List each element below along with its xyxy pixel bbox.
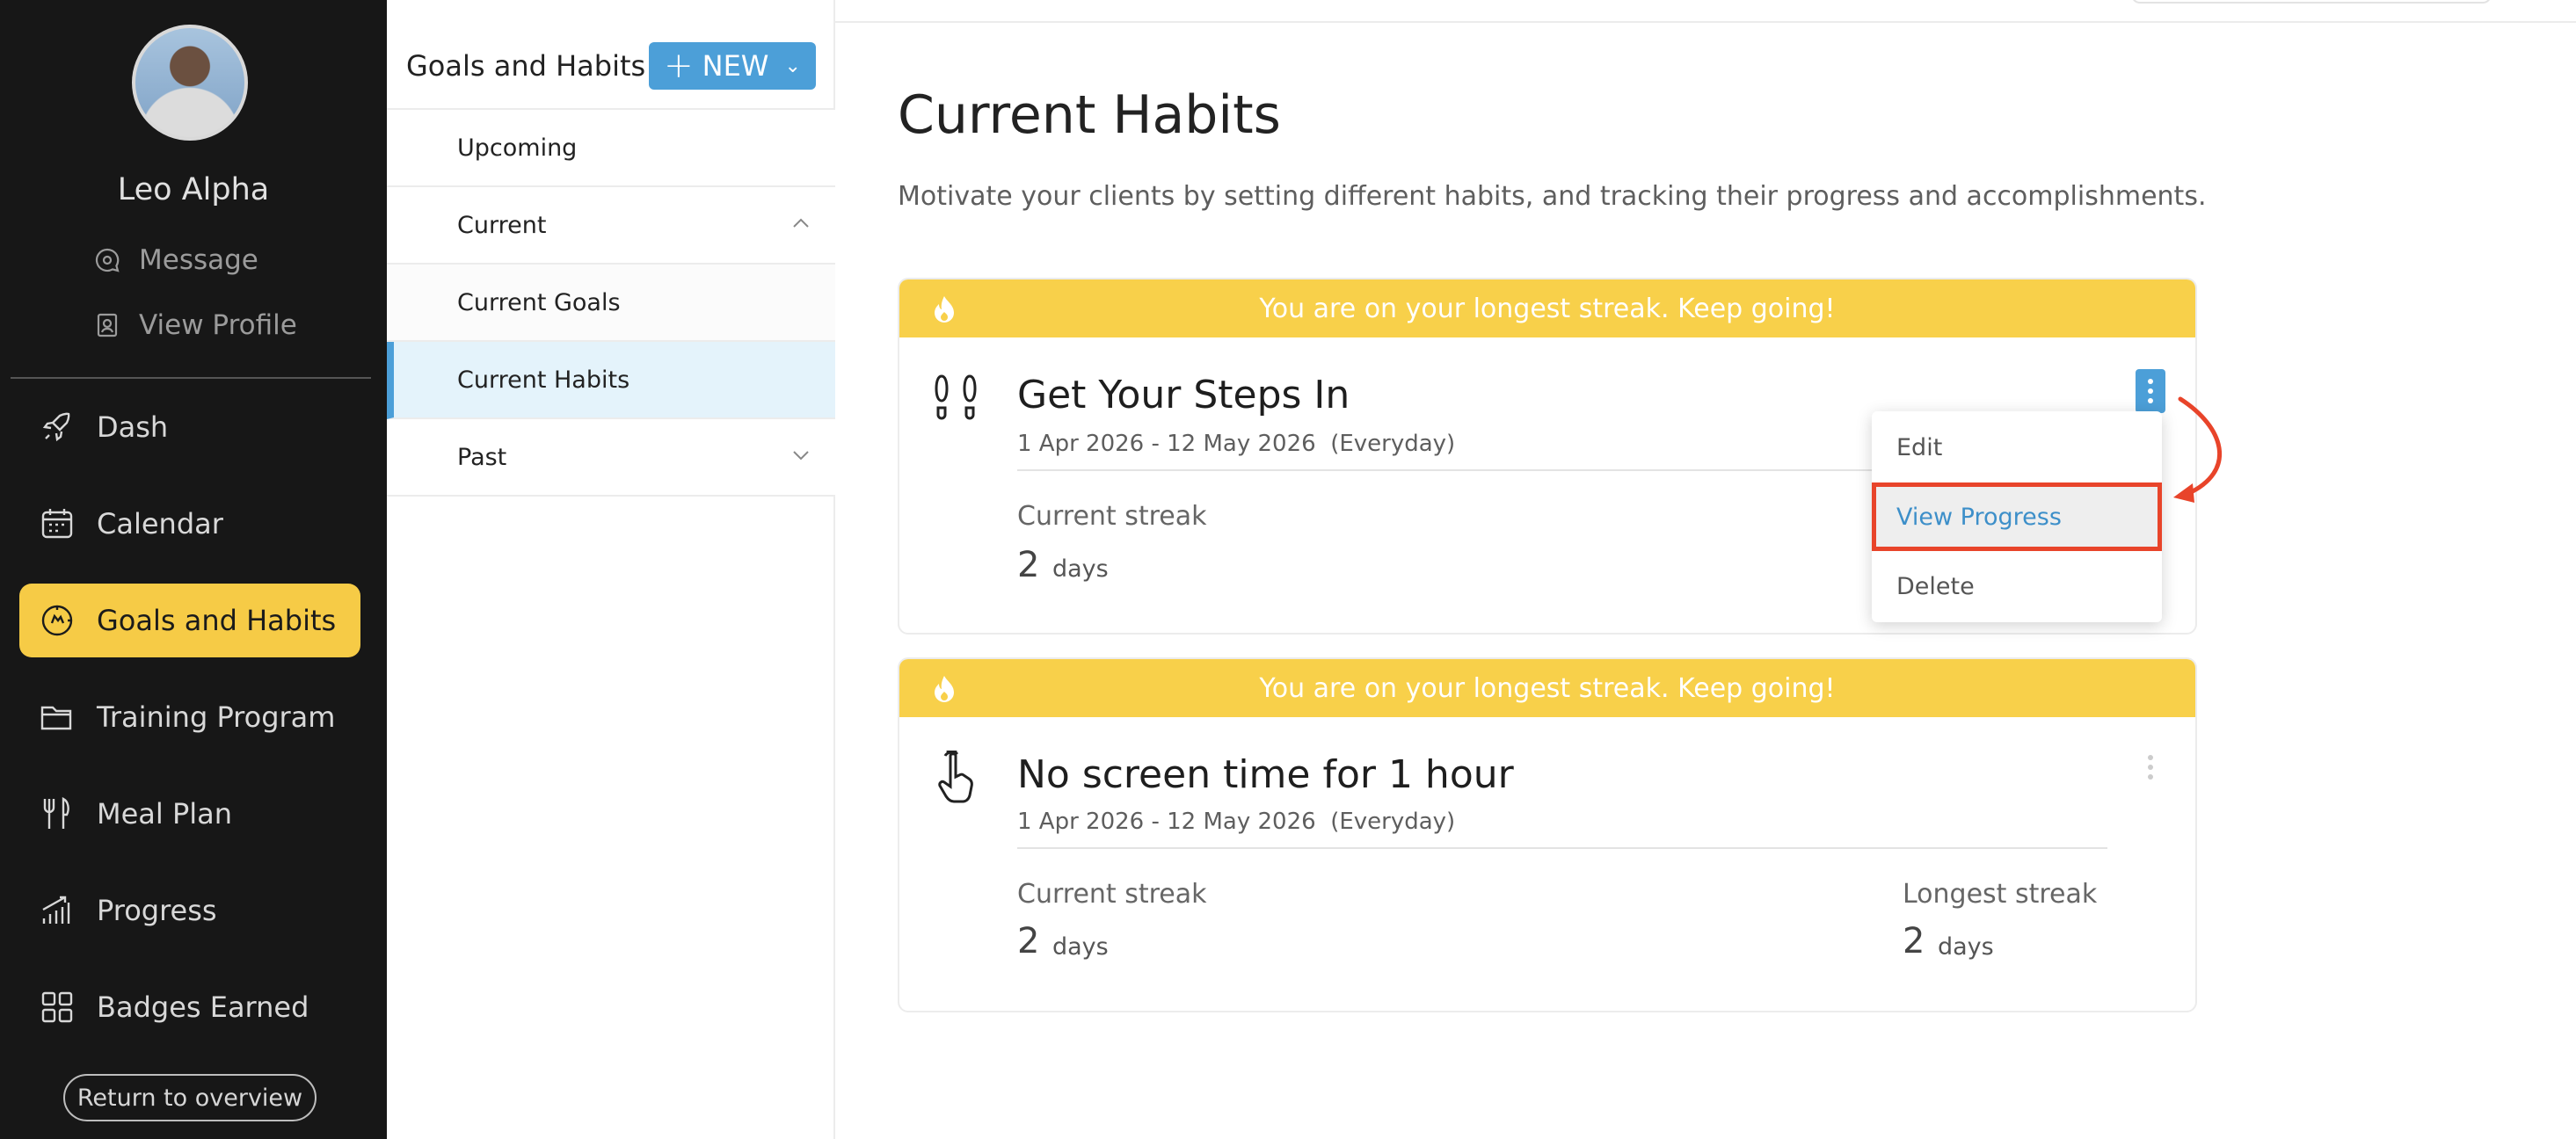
habit-options-menu: Edit View Progress Delete [1872, 411, 2162, 622]
menu-label-upcoming: Upcoming [457, 134, 578, 162]
profile-icon [97, 313, 118, 337]
habit-divider [1017, 847, 2107, 849]
section-menu-panel: Goals and Habits + NEW ⌄ Upcoming Curren… [387, 0, 835, 1139]
new-button[interactable]: + NEW ⌄ [649, 42, 816, 90]
message-icon [95, 248, 120, 272]
nav-item-training-program[interactable]: Training Program [19, 680, 360, 754]
chevron-down-icon[interactable] [791, 446, 811, 465]
kebab-dot [2148, 774, 2153, 780]
current-streak-label: Current streak [1017, 501, 1207, 532]
menu-item-upcoming[interactable]: Upcoming [387, 110, 835, 187]
annotation-arrow [2173, 396, 2223, 503]
nav-label-badges-earned: Badges Earned [97, 990, 309, 1024]
flame-icon [935, 296, 954, 323]
nav-label-dash: Dash [97, 410, 169, 444]
longest-streak-unit: days [1938, 933, 1994, 961]
current-streak-label: Current streak [1017, 879, 1207, 910]
top-search-box[interactable] [2131, 0, 2492, 4]
current-streak-value: 2 [1017, 545, 1040, 585]
utensils-icon [43, 797, 69, 829]
nav-item-badges-earned[interactable]: Badges Earned [19, 970, 360, 1044]
menu-label-current: Current [457, 211, 547, 239]
avatar[interactable] [132, 25, 248, 141]
sidebar-divider [11, 377, 371, 379]
habit-dates: 1 Apr 2026 - 12 May 2026 (Everyday) [1017, 809, 1455, 835]
view-profile-link[interactable]: View Profile [93, 309, 297, 341]
page-description: Motivate your clients by setting differe… [898, 181, 2207, 212]
habit-title: Get Your Steps In [1017, 373, 1350, 417]
habit-card: You are on your longest streak. Keep goi… [898, 657, 2197, 1012]
habit-frequency: (Everyday) [1330, 431, 1456, 457]
streak-banner: You are on your longest streak. Keep goi… [899, 659, 2195, 717]
nav-label-meal-plan: Meal Plan [97, 797, 233, 831]
new-button-label: NEW [702, 49, 769, 83]
section-title: Goals and Habits [406, 49, 646, 83]
current-streak-value: 2 [1017, 921, 1040, 961]
rocket-icon [42, 412, 70, 442]
message-link[interactable]: Message [93, 244, 258, 276]
page-title: Current Habits [898, 84, 1281, 146]
nav-label-training-program: Training Program [97, 700, 336, 734]
main-sidebar: Leo Alpha Message View Profile Dash Cale… [0, 0, 387, 1139]
menu-item-edit[interactable]: Edit [1872, 413, 2162, 482]
grid-icon [41, 991, 73, 1023]
calendar-icon [41, 509, 73, 539]
longest-streak-label: Longest streak [1903, 879, 2098, 910]
folder-icon [40, 706, 72, 730]
kebab-dot [2148, 388, 2153, 394]
kebab-dot [2148, 755, 2153, 760]
nav-label-progress: Progress [97, 894, 217, 927]
chevron-up-icon[interactable] [791, 214, 811, 233]
habit-options-button[interactable] [2136, 745, 2165, 789]
current-streak-unit: days [1052, 555, 1109, 583]
menu-item-delete[interactable]: Delete [1872, 552, 2162, 620]
menu-item-current-goals[interactable]: Current Goals [387, 265, 835, 342]
kebab-dot [2148, 765, 2153, 770]
view-profile-label: View Profile [139, 309, 297, 341]
nav-item-dash[interactable]: Dash [19, 390, 360, 464]
progress-chart-icon [42, 896, 70, 924]
menu-label-current-goals: Current Goals [457, 288, 621, 316]
habit-date-range: 1 Apr 2026 - 12 May 2026 [1017, 809, 1316, 835]
current-streak-unit: days [1052, 933, 1109, 961]
nav-item-goals-and-habits[interactable]: Goals and Habits [19, 584, 360, 657]
habit-title: No screen time for 1 hour [1017, 752, 1514, 797]
menu-item-current[interactable]: Current [387, 187, 835, 265]
kebab-dot [2148, 379, 2153, 384]
nav-label-calendar: Calendar [97, 507, 223, 540]
habit-dates: 1 Apr 2026 - 12 May 2026 (Everyday) [1017, 431, 1455, 457]
return-to-overview-button[interactable]: Return to overview [63, 1074, 317, 1121]
hand-tap-icon [938, 751, 973, 803]
kebab-dot [2148, 398, 2153, 403]
streak-banner: You are on your longest streak. Keep goi… [899, 279, 2195, 337]
nav-item-calendar[interactable]: Calendar [19, 487, 360, 561]
menu-item-current-habits[interactable]: Current Habits [387, 342, 835, 419]
habit-date-range: 1 Apr 2026 - 12 May 2026 [1017, 431, 1316, 457]
flame-icon [935, 676, 954, 702]
footprints-icon [935, 374, 977, 420]
target-icon [41, 605, 73, 636]
nav-label-goals-and-habits: Goals and Habits [97, 604, 337, 637]
menu-label-past: Past [457, 443, 507, 471]
plus-icon: + [664, 46, 694, 86]
menu-item-past[interactable]: Past [387, 419, 835, 497]
longest-streak-value: 2 [1903, 921, 1925, 961]
nav-item-meal-plan[interactable]: Meal Plan [19, 777, 360, 851]
user-name: Leo Alpha [117, 172, 270, 207]
streak-banner-text: You are on your longest streak. Keep goi… [1259, 293, 1836, 324]
menu-label-current-habits: Current Habits [457, 366, 630, 394]
chevron-down-icon: ⌄ [784, 54, 801, 77]
habit-frequency: (Everyday) [1330, 809, 1456, 835]
streak-banner-text: You are on your longest streak. Keep goi… [1259, 672, 1836, 704]
message-label: Message [139, 244, 258, 276]
top-bar-divider [835, 21, 2576, 23]
nav-item-progress[interactable]: Progress [19, 874, 360, 947]
section-header: Goals and Habits + NEW ⌄ [387, 0, 835, 110]
habit-options-button[interactable] [2136, 369, 2165, 413]
menu-item-view-progress[interactable]: View Progress [1872, 482, 2162, 551]
